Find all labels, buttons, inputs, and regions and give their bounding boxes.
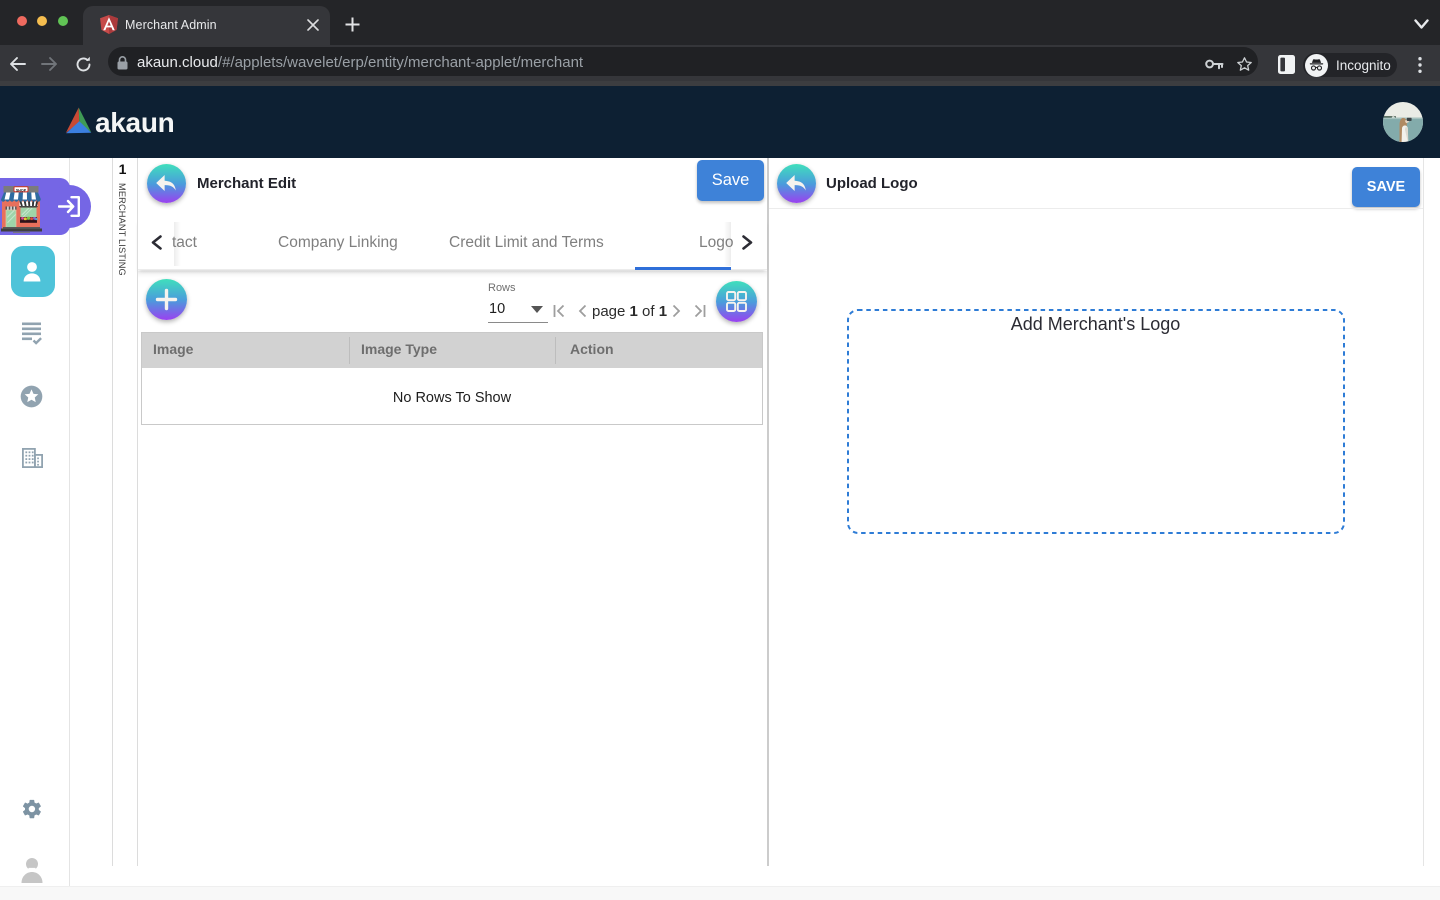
svg-text:SHOP: SHOP (16, 188, 27, 192)
